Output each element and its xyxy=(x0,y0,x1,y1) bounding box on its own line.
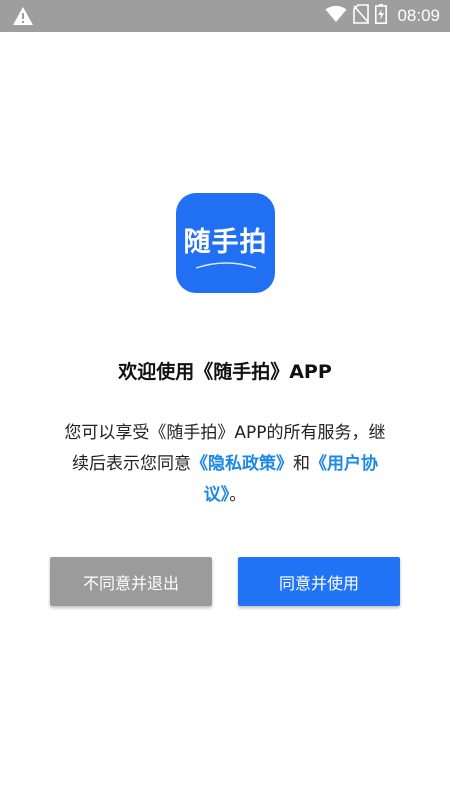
description-end: 。 xyxy=(229,485,247,505)
app-logo-text: 随手拍 xyxy=(183,227,268,258)
battery-charging-icon xyxy=(375,4,388,28)
description-and: 和 xyxy=(293,454,310,474)
wifi-icon xyxy=(325,5,347,27)
smile-arc-icon xyxy=(195,262,257,269)
status-bar: 08:09 xyxy=(0,0,450,32)
dialog-title: 欢迎使用《随手拍》APP xyxy=(118,361,332,383)
warning-icon xyxy=(12,6,34,26)
agree-use-button[interactable]: 同意并使用 xyxy=(238,557,400,606)
disagree-exit-button[interactable]: 不同意并退出 xyxy=(50,557,212,606)
privacy-policy-link[interactable]: 《隐私政策》 xyxy=(191,454,293,474)
app-logo: 随手拍 xyxy=(176,193,275,293)
dialog-description: 您可以享受《随手拍》APP的所有服务，继续后表示您同意《隐私政策》和《用户协议》… xyxy=(60,418,390,511)
status-time: 08:09 xyxy=(397,6,440,25)
no-sim-icon xyxy=(353,4,370,28)
